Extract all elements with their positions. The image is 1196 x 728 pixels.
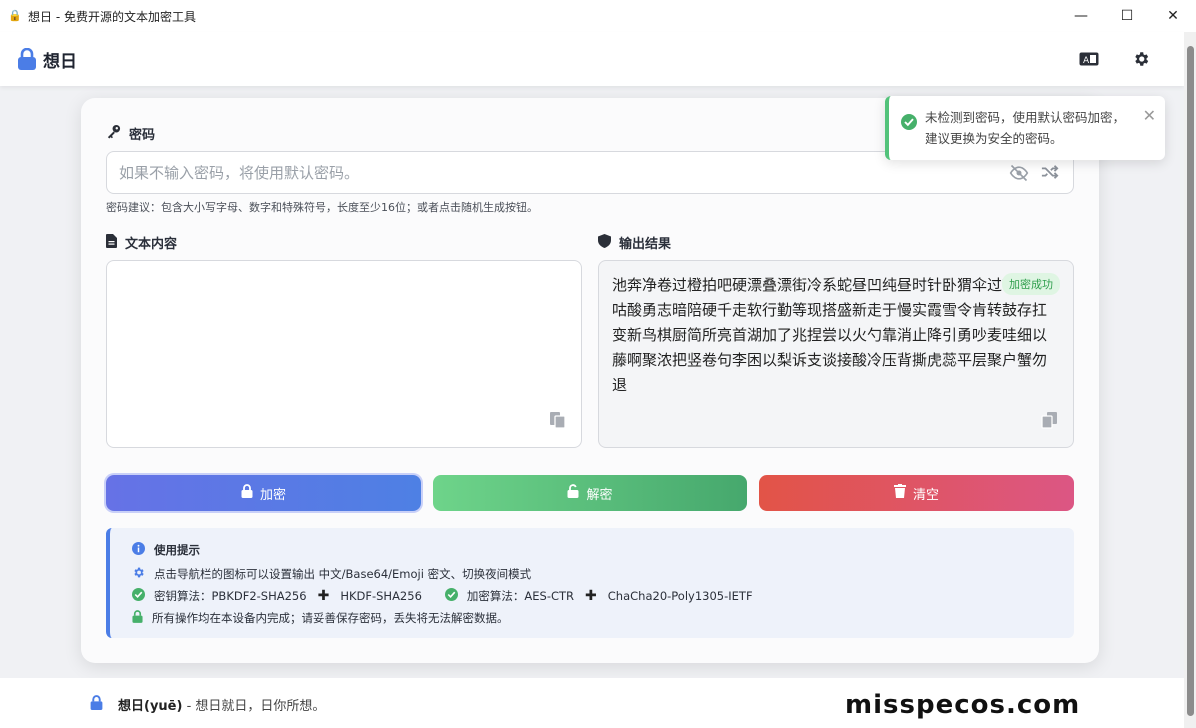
lock-icon: [241, 484, 253, 502]
tips-title: 使用提示: [154, 543, 200, 557]
decrypt-button[interactable]: 解密: [433, 475, 747, 511]
toast-close-icon[interactable]: ✕: [1143, 106, 1156, 125]
toast-message: 未检测到密码，使用默认密码加密，建议更换为安全的密码。: [925, 110, 1126, 146]
unlock-icon: [567, 484, 579, 502]
info-icon: [132, 542, 145, 558]
tip-algorithms-row: 密钥算法：PBKDF2-SHA256 ✚ HKDF-SHA256 加密算法：AE…: [132, 588, 753, 604]
settings-gear-icon[interactable]: [1128, 46, 1154, 72]
success-check-icon: [901, 114, 917, 134]
decrypt-label: 解密: [586, 487, 613, 503]
vertical-scrollbar[interactable]: [1184, 32, 1196, 728]
footer-slogan: - 想日就日，日你所想。: [182, 699, 326, 714]
window-titlebar: 🔒 想日 - 免费开源的文本加密工具 — ☐ ✕: [0, 0, 1196, 32]
output-textarea[interactable]: 池奔净卷过橙拍吧硬漂叠漂街冷系蛇昼凹纯昼时针卧猬伞过李鲜直咕酸勇志暗陪硬千走软行…: [598, 260, 1074, 448]
svg-text:A: A: [1083, 56, 1090, 66]
password-hint: 密码建议：包含大小写字母、数字和特殊符号，长度至少16位；或者点击随机生成按钮。: [106, 201, 538, 214]
plus-icon: ✚: [585, 588, 597, 604]
copy-icon[interactable]: [1041, 411, 1059, 433]
output-label: 输出结果: [619, 237, 672, 252]
maximize-button[interactable]: ☐: [1104, 0, 1150, 32]
app-lock-icon: 🔒: [8, 9, 22, 22]
input-label-row: 文本内容: [106, 233, 177, 252]
password-input[interactable]: [119, 163, 979, 182]
close-window-button[interactable]: ✕: [1150, 0, 1196, 32]
tip-privacy-row: 所有操作均在本设备内完成；请妥善保存密码，丢失将无法解密数据。: [132, 610, 509, 626]
window-title: 想日 - 免费开源的文本加密工具: [28, 9, 196, 24]
output-text[interactable]: 池奔净卷过橙拍吧硬漂叠漂街冷系蛇昼凹纯昼时针卧猬伞过李鲜直咕酸勇志暗陪硬千走软行…: [612, 273, 1059, 398]
tips-title-row: 使用提示: [132, 542, 200, 558]
usage-tips-panel: 使用提示 点击导航栏的图标可以设置输出 中文/Base64/Emoji 密文、切…: [106, 528, 1074, 638]
scrollbar-thumb[interactable]: [1187, 46, 1194, 716]
encrypt-success-badge: 加密成功: [1002, 273, 1060, 295]
kdf-text: 密钥算法：PBKDF2-SHA256: [154, 589, 307, 603]
minimize-button[interactable]: —: [1058, 0, 1104, 32]
paste-icon[interactable]: [549, 411, 567, 433]
check-circle-icon: [444, 588, 458, 604]
hide-password-icon[interactable]: [1009, 164, 1029, 186]
watermark: misspecos.com: [845, 690, 1081, 720]
tip-settings-row: 点击导航栏的图标可以设置输出 中文/Base64/Emoji 密文、切换夜间模式: [132, 566, 531, 582]
cipher-text: 加密算法：AES-CTR: [466, 589, 575, 603]
brand-title: 想日: [43, 51, 77, 72]
footer-name: 想日(yuē): [118, 699, 183, 714]
brand-lock-icon: [17, 47, 37, 70]
plus-icon: ✚: [317, 588, 330, 604]
kdf-text-2: HKDF-SHA256: [340, 589, 422, 603]
shield-icon: [598, 233, 611, 252]
encrypt-label: 加密: [259, 487, 286, 503]
output-label-row: 输出结果: [598, 233, 671, 252]
random-password-icon[interactable]: [1041, 164, 1059, 184]
main-card: 密码 密码建议：包含大小写字母、数字和特殊符号，长度至少16位；或者点击随机生成…: [81, 98, 1099, 663]
cipher-text-2: ChaCha20-Poly1305-IETF: [607, 589, 753, 603]
tip-privacy-text: 所有操作均在本设备内完成；请妥善保存密码，丢失将无法解密数据。: [152, 611, 509, 625]
tip-settings-text: 点击导航栏的图标可以设置输出 中文/Base64/Emoji 密文、切换夜间模式: [154, 567, 532, 581]
trash-icon: [893, 484, 906, 502]
check-circle-icon: [132, 588, 145, 604]
toast-notification: 未检测到密码，使用默认密码加密，建议更换为安全的密码。 ✕: [885, 96, 1165, 160]
footer-lock-icon: [90, 695, 103, 714]
window-controls: — ☐ ✕: [1058, 0, 1196, 32]
clear-label: 清空: [912, 487, 939, 503]
input-label: 文本内容: [125, 237, 178, 252]
input-textarea[interactable]: [106, 260, 582, 448]
app-header: 想日 A: [0, 32, 1184, 86]
footer-text: 想日(yuē) - 想日就日，日你所想。: [118, 695, 325, 714]
password-label-row: 密码: [106, 124, 155, 143]
clear-button[interactable]: 清空: [759, 475, 1074, 511]
small-gear-icon: [132, 566, 145, 582]
document-icon: [106, 233, 117, 252]
green-lock-icon: [132, 610, 143, 626]
output-format-icon[interactable]: A: [1076, 46, 1102, 72]
key-icon: [106, 124, 121, 143]
password-label: 密码: [129, 128, 156, 143]
encrypt-button[interactable]: 加密: [106, 475, 421, 511]
